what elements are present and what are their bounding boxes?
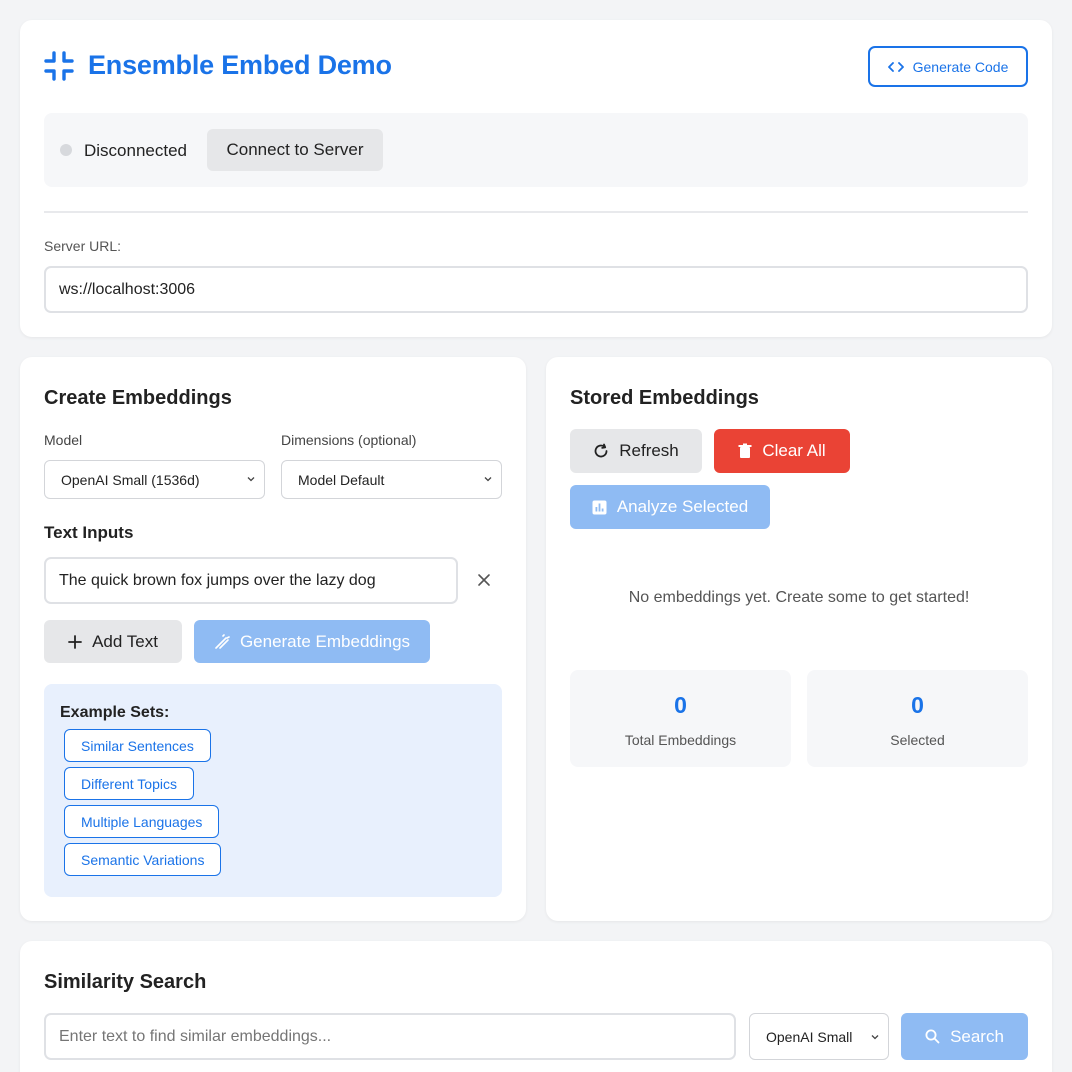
add-text-button[interactable]: Add Text	[44, 620, 182, 663]
connection-status-bar: Disconnected Connect to Server	[44, 113, 1028, 187]
status-indicator	[60, 144, 72, 156]
model-select-value: OpenAI Small (1536d)	[61, 471, 200, 488]
server-url-label: Server URL:	[44, 238, 122, 254]
code-icon	[887, 61, 904, 72]
dimensions-label: Dimensions (optional)	[281, 432, 417, 448]
create-embeddings-title: Create Embeddings	[44, 387, 232, 409]
clear-all-button[interactable]: Clear All	[714, 429, 850, 473]
chevron-down-icon	[247, 477, 255, 482]
model-label: Model	[44, 432, 83, 448]
create-embeddings-card: Create Embeddings Model OpenAI Small (15…	[20, 357, 526, 921]
refresh-label: Refresh	[619, 441, 679, 460]
stored-embeddings-title: Stored Embeddings	[570, 387, 759, 409]
similarity-search-card: Similarity Search OpenAI Small Search	[20, 941, 1052, 1072]
header-card: Ensemble Embed Demo Generate Code Discon…	[20, 20, 1052, 337]
compress-icon	[44, 50, 74, 81]
search-label: Search	[950, 1026, 1004, 1046]
text-inputs-label: Text Inputs	[44, 523, 134, 542]
app-title: Ensemble Embed Demo	[88, 50, 392, 80]
stored-embeddings-card: Stored Embeddings Refresh Clear All Anal…	[546, 357, 1052, 921]
generate-embeddings-label: Generate Embeddings	[239, 631, 411, 651]
refresh-button[interactable]: Refresh	[570, 429, 702, 473]
connect-button[interactable]: Connect to Server	[207, 129, 383, 171]
clear-all-label: Clear All	[762, 441, 826, 460]
server-url-input[interactable]	[44, 266, 1028, 313]
add-text-label: Add Text	[92, 631, 158, 651]
app-title-row: Ensemble Embed Demo	[44, 50, 392, 81]
chart-icon	[592, 500, 607, 514]
total-embeddings-stat: 0 Total Embeddings	[570, 670, 791, 767]
search-model-select[interactable]: OpenAI Small	[749, 1013, 889, 1060]
chevron-down-icon	[484, 477, 492, 482]
dimensions-select-value: Model Default	[298, 471, 385, 488]
model-select[interactable]: OpenAI Small (1536d)	[44, 460, 265, 499]
divider	[44, 211, 1028, 213]
chevron-down-icon	[871, 1035, 879, 1040]
selected-stat: 0 Selected	[807, 670, 1028, 767]
example-set-button[interactable]: Semantic Variations	[64, 843, 222, 876]
analyze-selected-label: Analyze Selected	[616, 497, 749, 516]
search-model-value: OpenAI Small	[766, 1028, 853, 1045]
trash-icon	[738, 443, 752, 458]
example-sets-panel: Example Sets: Similar Sentences Differen…	[44, 684, 502, 897]
status-text: Disconnected	[84, 141, 188, 160]
dimensions-select[interactable]: Model Default	[281, 460, 502, 499]
example-sets-title: Example Sets:	[60, 704, 170, 721]
search-icon	[925, 1029, 940, 1044]
empty-state-message: No embeddings yet. Create some to get st…	[628, 589, 970, 606]
generate-embeddings-button[interactable]: Generate Embeddings	[194, 620, 430, 663]
text-input[interactable]	[44, 557, 458, 604]
magic-wand-icon	[215, 633, 230, 649]
total-embeddings-count: 0	[674, 692, 687, 718]
generate-code-button[interactable]: Generate Code	[868, 46, 1028, 87]
selected-label: Selected	[890, 732, 945, 748]
example-set-button[interactable]: Similar Sentences	[64, 729, 211, 762]
similarity-search-title: Similarity Search	[44, 971, 207, 993]
search-button[interactable]: Search	[901, 1013, 1028, 1060]
refresh-icon	[594, 443, 608, 458]
total-embeddings-label: Total Embeddings	[624, 732, 737, 748]
analyze-selected-button[interactable]: Analyze Selected	[570, 485, 770, 529]
selected-count: 0	[911, 692, 924, 718]
close-icon[interactable]	[476, 572, 492, 588]
plus-icon	[68, 634, 82, 649]
example-set-button[interactable]: Different Topics	[64, 767, 194, 800]
search-input[interactable]	[44, 1013, 736, 1060]
example-set-button[interactable]: Multiple Languages	[64, 805, 220, 838]
generate-code-label: Generate Code	[912, 58, 1009, 75]
